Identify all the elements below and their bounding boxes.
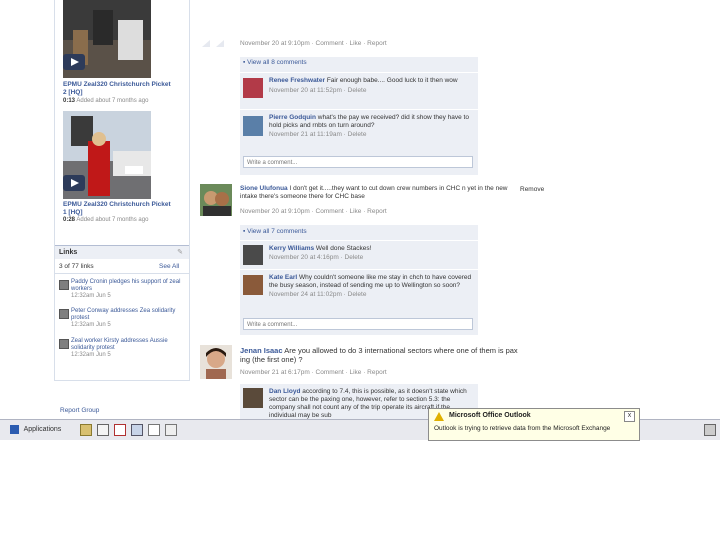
comment-meta: November 21 at 11:19am · Delete xyxy=(269,131,367,138)
view-all-label: View all 7 comments xyxy=(247,228,307,235)
quote-icon xyxy=(200,38,232,48)
popup-body: Outlook is trying to retrieve data from … xyxy=(434,425,611,432)
doc-icon[interactable] xyxy=(97,424,109,436)
commenter-name[interactable]: Pierre Godquin xyxy=(269,114,316,121)
comment: Kate Earl Why couldn't someone like me s… xyxy=(240,269,478,314)
link-date: 12:32am Jun 5 xyxy=(71,322,111,328)
link-entry: Paddy Cronin pledges his support of zeal… xyxy=(71,279,183,300)
link-entry: Peter Conway addresses Zea solidarity pr… xyxy=(71,308,183,329)
warning-icon xyxy=(434,412,444,421)
avatar[interactable] xyxy=(200,345,232,379)
comment: Pierre Godquin what's the pay we receive… xyxy=(240,109,478,152)
see-all-link[interactable]: See All xyxy=(159,263,179,270)
play-button[interactable] xyxy=(63,54,85,70)
video-added: Added about 7 months ago xyxy=(76,98,149,104)
comment-thread: ▪ View all 8 comments Renee Freshwater F… xyxy=(240,57,478,175)
link-date: 12:32am Jun 5 xyxy=(71,293,111,299)
video-meta: 0:13 Added about 7 months ago xyxy=(63,98,148,104)
poster-name[interactable]: Jenan Isaac xyxy=(240,346,283,355)
link-icon xyxy=(59,280,69,290)
commenter-name[interactable]: Renee Freshwater xyxy=(269,77,325,84)
avatar[interactable] xyxy=(243,116,263,136)
trash-icon[interactable] xyxy=(704,424,716,436)
post-meta: November 20 at 9:10pm · Comment · Like ·… xyxy=(240,40,387,47)
video-title[interactable]: EPMU Zeal320 Christchurch Picket 1 [HQ] xyxy=(63,201,173,217)
links-count: 3 of 77 links xyxy=(59,263,94,270)
write-comment-input[interactable]: Write a comment... xyxy=(243,156,473,168)
post-meta: November 21 at 6:17pm · Comment · Like ·… xyxy=(240,369,387,376)
avatar[interactable] xyxy=(200,184,232,216)
link-entry: Zeal worker Kirsty addresses Aussie soli… xyxy=(71,338,183,359)
comment-body: Pierre Godquin what's the pay we receive… xyxy=(269,114,474,139)
link-icon xyxy=(59,309,69,319)
link-title[interactable]: Paddy Cronin pledges his support of zeal… xyxy=(71,279,183,293)
post-meta: November 20 at 9:10pm · Comment · Like ·… xyxy=(240,208,387,215)
report-group-link[interactable]: Report Group xyxy=(60,407,99,414)
link-title[interactable]: Zeal worker Kirsty addresses Aussie soli… xyxy=(71,338,183,352)
left-column: EPMU Zeal320 Christchurch Picket 2 [HQ] … xyxy=(54,0,190,381)
post-body: Jenan Isaac Are you allowed to do 3 inte… xyxy=(240,346,520,364)
link-date: 12:32am Jun 5 xyxy=(71,352,111,358)
fedora-icon xyxy=(10,424,19,434)
comment-text: Why couldn't someone like me stay in chc… xyxy=(269,274,472,289)
comment-icon: ▪ xyxy=(243,228,246,235)
comment: Renee Freshwater Fair enough babe.... Go… xyxy=(240,72,478,109)
remove-link[interactable]: Remove xyxy=(520,186,544,193)
applications-button[interactable]: Applications xyxy=(10,423,61,436)
links-box-header: Links ✎ xyxy=(55,245,189,259)
commenter-name[interactable]: Kerry Williams xyxy=(269,245,314,252)
avatar[interactable] xyxy=(243,275,263,295)
outlook-notification[interactable]: Microsoft Office Outlook x Outlook is tr… xyxy=(428,408,640,441)
link-icon xyxy=(59,339,69,349)
avatar[interactable] xyxy=(243,245,263,265)
links-title: Links xyxy=(59,249,78,256)
comment-meta: November 20 at 4:16pm · Delete xyxy=(269,254,364,261)
comment-text: Fair enough babe.... Good luck to it the… xyxy=(326,77,458,84)
comment-meta: November 24 at 11:02pm · Delete xyxy=(269,291,367,298)
comment-meta: November 20 at 11:52pm · Delete xyxy=(269,87,367,94)
popup-title: Microsoft Office Outlook xyxy=(449,412,531,419)
link-title[interactable]: Peter Conway addresses Zea solidarity pr… xyxy=(71,308,183,322)
commenter-name[interactable]: Dan Lloyd xyxy=(269,388,300,395)
list-icon[interactable] xyxy=(148,424,160,436)
play-button[interactable] xyxy=(63,175,85,191)
post-body: Sione Ulufonua I don't get it.....they w… xyxy=(240,185,520,201)
profile-photo xyxy=(200,345,232,379)
folder-icon[interactable] xyxy=(80,424,92,436)
video-added: Added about 7 months ago xyxy=(76,217,149,223)
comment-icon: ▪ xyxy=(243,59,246,66)
video-title[interactable]: EPMU Zeal320 Christchurch Picket 2 [HQ] xyxy=(63,81,173,97)
comment-text: Well done Stackes! xyxy=(315,245,372,252)
view-all-comments[interactable]: ▪ View all 8 comments xyxy=(243,59,307,66)
divider xyxy=(55,273,189,274)
poster-name[interactable]: Sione Ulufonua xyxy=(240,185,288,192)
video-meta: 0:28 Added about 7 months ago xyxy=(63,217,148,223)
avatar[interactable] xyxy=(243,78,263,98)
write-comment-input[interactable]: Write a comment... xyxy=(243,318,473,330)
video-duration: 0:28 xyxy=(63,217,76,223)
close-button[interactable]: x xyxy=(624,411,635,422)
comment-body: Kate Earl Why couldn't someone like me s… xyxy=(269,274,474,299)
edit-icon[interactable]: ✎ xyxy=(177,248,183,256)
comment-thread: ▪ View all 7 comments Kerry Williams Wel… xyxy=(240,225,478,335)
comment-body: Renee Freshwater Fair enough babe.... Go… xyxy=(269,77,474,95)
video-duration: 0:13 xyxy=(63,98,76,104)
calendar-icon[interactable] xyxy=(114,424,126,436)
commenter-name[interactable]: Kate Earl xyxy=(269,274,297,281)
view-all-comments[interactable]: ▪ View all 7 comments xyxy=(243,228,307,235)
window-icon[interactable] xyxy=(165,424,177,436)
view-all-label: View all 8 comments xyxy=(247,59,307,66)
mail-icon[interactable] xyxy=(131,424,143,436)
applications-label: Applications xyxy=(23,426,62,433)
avatar[interactable] xyxy=(243,388,263,408)
comment-body: Kerry Williams Well done Stackes! Novemb… xyxy=(269,245,474,262)
profile-photo xyxy=(200,184,232,216)
comment: Kerry Williams Well done Stackes! Novemb… xyxy=(240,240,478,268)
